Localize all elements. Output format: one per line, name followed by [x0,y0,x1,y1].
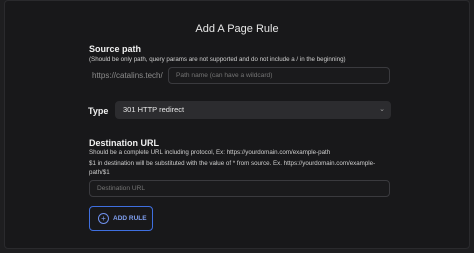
source-path-input[interactable] [168,67,390,84]
type-select-value: 301 HTTP redirect [123,105,185,114]
add-page-rule-modal: Add A Page Rule Source path (Should be o… [4,0,470,249]
source-path-hint: (Should be only path, query params are n… [89,56,346,63]
add-rule-button[interactable]: + ADD RULE [89,206,153,231]
source-path-label: Source path [89,44,142,54]
modal-title: Add A Page Rule [195,23,279,35]
destination-url-hint: Should be a complete URL including proto… [89,149,331,156]
page-root: Add A Page Rule Source path (Should be o… [0,0,474,253]
chevron-down-icon: ⌄ [379,106,385,113]
destination-substitution-hint-line1: $1 in destination will be substituted wi… [89,160,376,167]
destination-substitution-hint-line2: path/$1 [89,169,110,176]
plus-circle-icon: + [98,213,109,224]
destination-url-input[interactable] [89,180,390,197]
source-url-prefix: https://catalins.tech/ [92,71,163,80]
type-label: Type [88,106,109,116]
type-select[interactable]: 301 HTTP redirect ⌄ [115,101,391,119]
add-rule-label: ADD RULE [113,215,147,222]
destination-url-label: Destination URL [89,138,160,148]
